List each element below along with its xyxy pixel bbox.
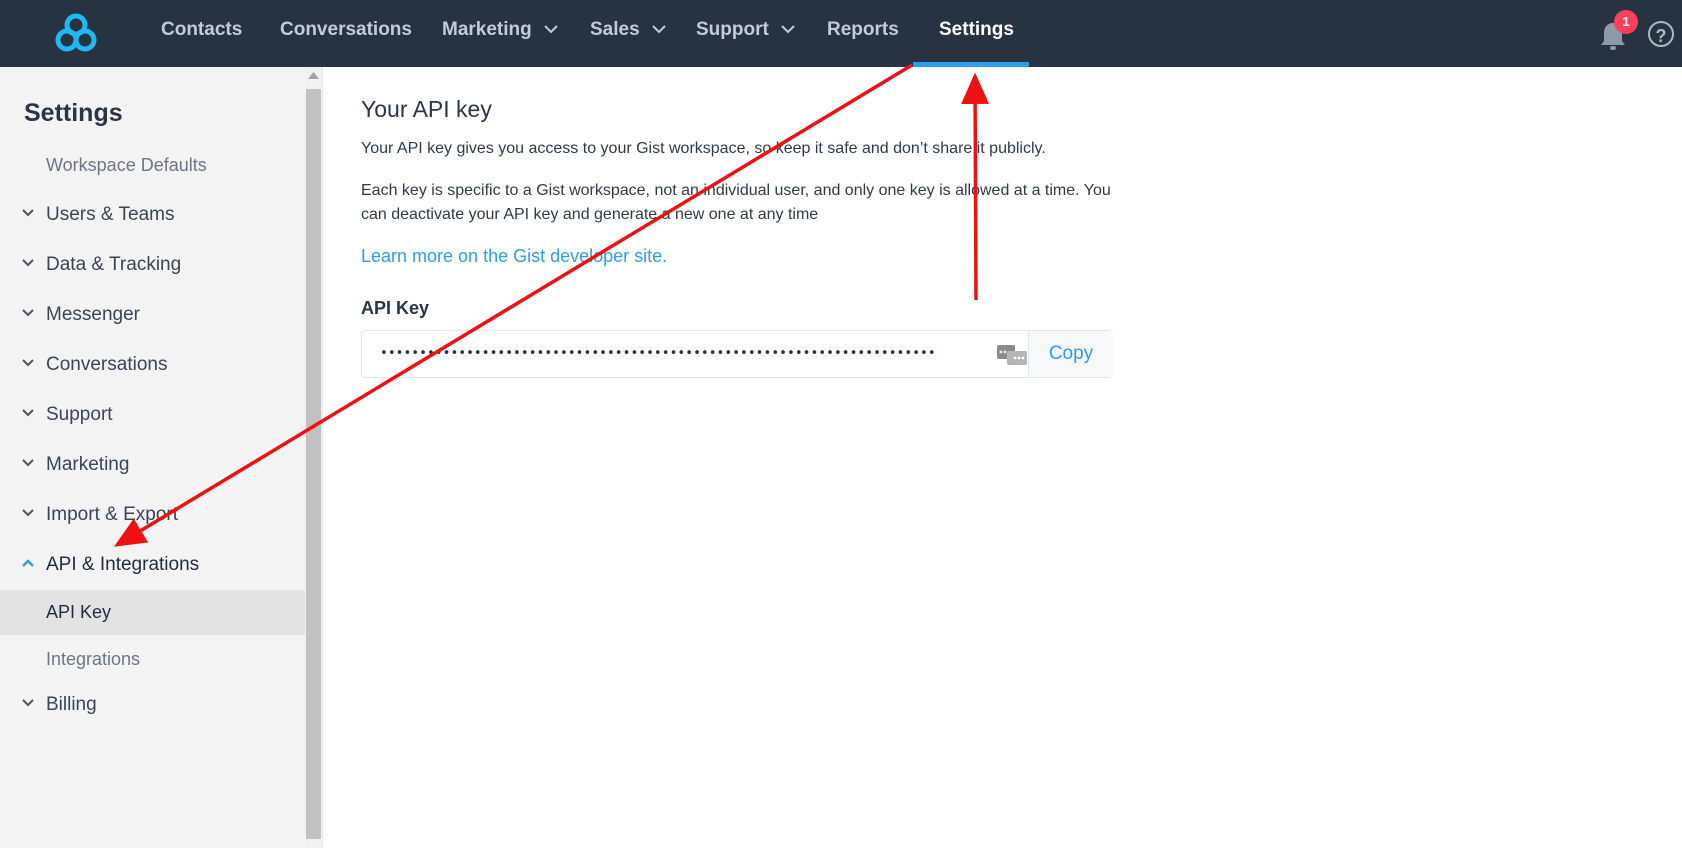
- sidebar-item-label: API Key: [46, 602, 112, 622]
- nav-marketing[interactable]: Marketing: [442, 0, 558, 67]
- developer-site-link[interactable]: Learn more on the Gist developer site.: [361, 246, 667, 267]
- chevron-down-icon: [22, 699, 34, 707]
- sidebar-item-label: Marketing: [46, 454, 130, 475]
- sidebar-item-data-tracking[interactable]: Data & Tracking: [0, 243, 305, 287]
- chevron-down-icon: [22, 509, 34, 517]
- settings-sidebar: Settings Workspace Defaults Users & Team…: [0, 67, 305, 848]
- top-navigation-bar: Contacts Conversations Marketing Sales S…: [0, 0, 1682, 67]
- gist-logo-icon[interactable]: [54, 12, 98, 54]
- chevron-up-icon: [22, 559, 34, 567]
- nav-conversations[interactable]: Conversations: [280, 0, 412, 67]
- chevron-down-icon: [22, 359, 34, 367]
- sidebar-item-marketing[interactable]: Marketing: [0, 443, 305, 487]
- nav-sales-label: Sales: [590, 19, 640, 40]
- notification-count-badge: 1: [1614, 10, 1638, 34]
- nav-contacts[interactable]: Contacts: [161, 0, 242, 67]
- sidebar-item-label: Workspace Defaults: [46, 155, 207, 175]
- sidebar-item-label: Users & Teams: [46, 204, 175, 225]
- sidebar-item-conversations[interactable]: Conversations: [0, 343, 305, 387]
- sidebar-item-label: Messenger: [46, 304, 140, 325]
- sidebar-item-label: Billing: [46, 694, 97, 715]
- sidebar-item-support[interactable]: Support: [0, 393, 305, 437]
- chevron-down-icon: [22, 259, 34, 267]
- sidebar-item-label: Conversations: [46, 354, 168, 375]
- nav-conversations-label: Conversations: [280, 19, 412, 40]
- sidebar-item-api-integrations[interactable]: API & Integrations: [0, 543, 305, 587]
- chevron-down-icon: [22, 409, 34, 417]
- sidebar-item-label: Import & Export: [46, 504, 178, 525]
- nav-contacts-label: Contacts: [161, 19, 243, 40]
- chevron-down-icon: [22, 209, 34, 217]
- api-key-input[interactable]: [362, 331, 1022, 377]
- nav-sales[interactable]: Sales: [590, 0, 666, 67]
- page-title: Your API key: [361, 96, 492, 122]
- scrollbar-thumb[interactable]: [306, 89, 321, 839]
- copy-button[interactable]: Copy: [1028, 331, 1113, 377]
- sidebar-item-users-teams[interactable]: Users & Teams: [0, 193, 305, 237]
- sidebar-item-label: API & Integrations: [46, 554, 200, 575]
- sidebar-item-label: Integrations: [46, 649, 141, 669]
- nav-marketing-label: Marketing: [442, 19, 532, 40]
- sidebar-item-api-key[interactable]: API Key: [0, 590, 305, 635]
- chevron-down-icon: [22, 309, 34, 317]
- nav-settings[interactable]: Settings: [939, 0, 1014, 67]
- scroll-up-arrow-icon[interactable]: [308, 71, 319, 79]
- chevron-down-icon: [781, 25, 795, 34]
- api-key-policy-description: Each key is specific to a Gist workspace…: [361, 182, 1111, 223]
- sidebar-item-billing[interactable]: Billing: [0, 683, 305, 727]
- api-key-description: Your API key gives you access to your Gi…: [361, 140, 1046, 157]
- nav-support[interactable]: Support: [696, 0, 795, 67]
- sidebar-scrollbar[interactable]: [305, 67, 322, 848]
- sidebar-item-import-export[interactable]: Import & Export: [0, 493, 305, 537]
- nav-support-label: Support: [696, 19, 769, 40]
- sidebar-title: Settings: [24, 99, 123, 127]
- sidebar-item-workspace-defaults[interactable]: Workspace Defaults: [0, 143, 305, 187]
- sidebar-item-integrations[interactable]: Integrations: [0, 637, 305, 681]
- password-manager-icon[interactable]: [996, 343, 1028, 367]
- nav-reports[interactable]: Reports: [827, 0, 899, 67]
- sidebar-item-label: Data & Tracking: [46, 254, 182, 275]
- help-icon[interactable]: ?: [1648, 21, 1674, 47]
- sidebar-item-label: Support: [46, 404, 113, 425]
- content-divider: [322, 67, 323, 848]
- sidebar-item-messenger[interactable]: Messenger: [0, 293, 305, 337]
- chevron-down-icon: [22, 459, 34, 467]
- api-key-field: Copy: [361, 330, 1113, 378]
- chevron-down-icon: [544, 25, 558, 34]
- api-key-field-label: API Key: [361, 298, 430, 318]
- nav-reports-label: Reports: [827, 19, 899, 40]
- active-tab-indicator: [913, 62, 1029, 67]
- chevron-down-icon: [652, 25, 666, 34]
- nav-settings-label: Settings: [939, 19, 1014, 40]
